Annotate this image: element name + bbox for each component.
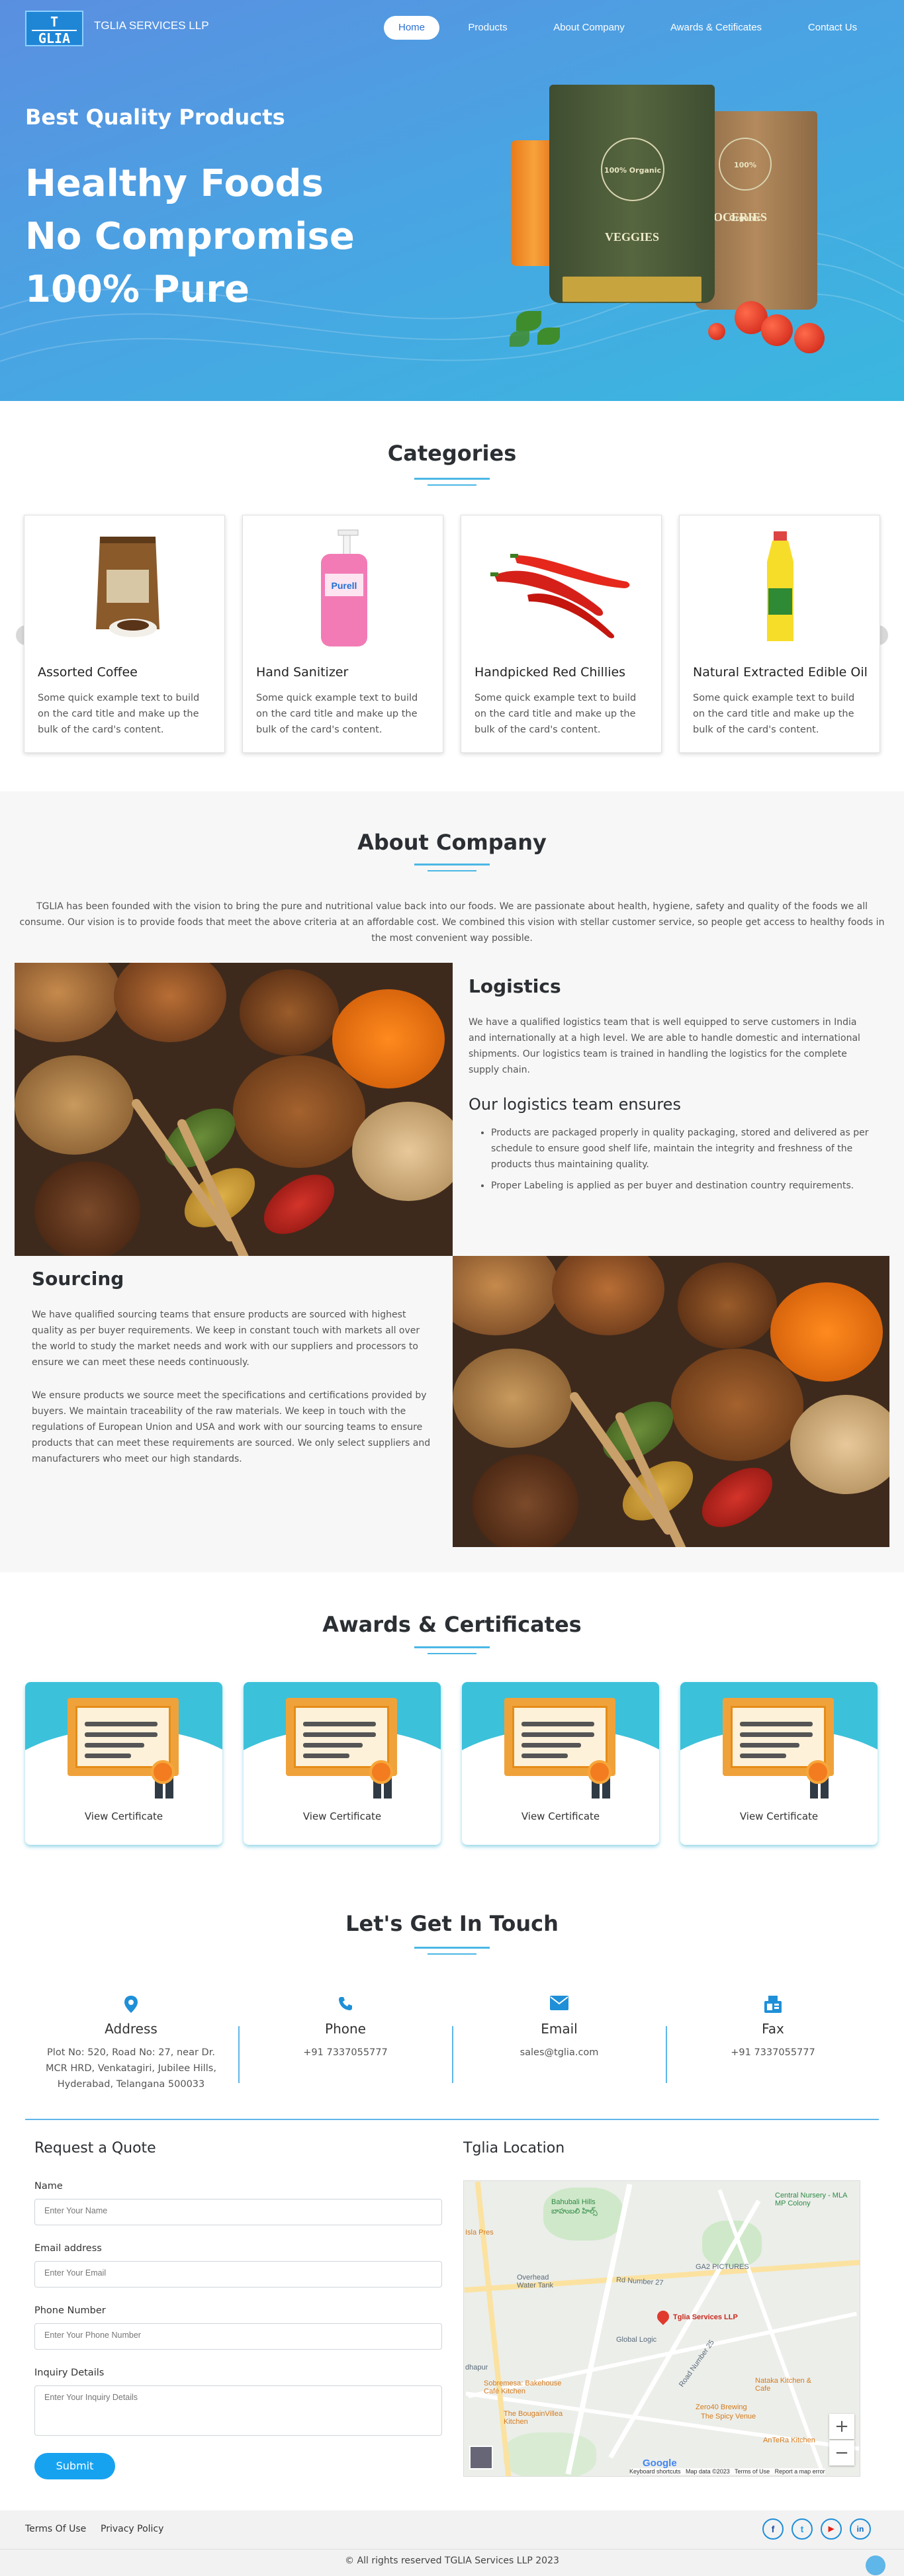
view-certificate-link[interactable]: View Certificate (244, 1810, 441, 1822)
phone-input[interactable]: Enter Your Phone Number (34, 2323, 442, 2350)
category-card-coffee[interactable]: Assorted Coffee Some quick example text … (24, 515, 225, 753)
categories-title: Categories (387, 441, 517, 466)
quote-title: Request a Quote (34, 2140, 156, 2156)
title-underline (414, 478, 490, 480)
site-logo[interactable]: T GLIA (25, 11, 83, 46)
inquiry-textarea[interactable]: Enter Your Inquiry Details (34, 2385, 442, 2436)
hero-tagline: Best Quality Products (25, 105, 285, 130)
list-item: Products are packaged properly in qualit… (491, 1125, 871, 1173)
logistics-points: Products are packaged properly in qualit… (480, 1125, 871, 1194)
svg-text:Purell: Purell (332, 580, 357, 591)
award-card[interactable]: View Certificate (680, 1682, 878, 1845)
contact-email: Email sales@tglia.com (453, 1996, 665, 2061)
award-card[interactable]: View Certificate (244, 1682, 441, 1845)
nav-about-company[interactable]: About Company (539, 16, 639, 40)
award-card[interactable]: View Certificate (25, 1682, 222, 1845)
submit-button[interactable]: Submit (34, 2453, 115, 2479)
logistics-title: Logistics (469, 975, 561, 997)
nav-products[interactable]: Products (457, 16, 519, 40)
list-item: Proper Labeling is applied as per buyer … (491, 1178, 871, 1194)
hero-line-2: No Compromise (25, 215, 355, 258)
about-intro: TGLIA has been founded with the vision t… (19, 901, 885, 944)
facebook-icon[interactable]: f (762, 2518, 784, 2540)
copyright: © All rights reserved TGLIA Services LLP… (345, 2555, 559, 2566)
contact-title: Let's Get In Touch (345, 1911, 559, 1936)
zoom-out-button[interactable]: − (829, 2440, 854, 2465)
location-pin-icon[interactable] (655, 2308, 672, 2325)
footer-privacy-link[interactable]: Privacy Policy (101, 2524, 163, 2534)
phone-icon (240, 1996, 451, 2016)
contact-address: Address Plot No: 520, Road No: 27, near … (25, 1996, 237, 2092)
email-input[interactable]: Enter Your Email (34, 2261, 442, 2287)
twitter-icon[interactable]: t (791, 2518, 813, 2540)
contact-phone: Phone +91 7337055777 (240, 1996, 451, 2061)
footer-terms-link[interactable]: Terms Of Use (25, 2524, 86, 2534)
contact-divider (25, 2119, 879, 2120)
red-chillies-image (490, 554, 630, 639)
map-attribution[interactable]: Keyboard shortcuts Map data ©2023 Terms … (629, 2468, 825, 2475)
category-card-sanitizer[interactable]: Purell Hand Sanitizer Some quick example… (242, 515, 443, 753)
view-certificate-link[interactable]: View Certificate (680, 1810, 878, 1822)
youtube-icon[interactable]: ▶ (821, 2518, 842, 2540)
dried-fruits-image-2 (453, 1256, 889, 1547)
veggies-bag-image: 100% Organic VEGGIES (549, 85, 715, 303)
basil-leaf-image (516, 311, 541, 331)
view-certificate-link[interactable]: View Certificate (25, 1810, 222, 1822)
map-layer-thumbnail[interactable] (469, 2446, 493, 2469)
awards-title: Awards & Certificates (322, 1612, 582, 1637)
sanitizer-bottle-image: Purell (321, 529, 367, 646)
dried-fruits-image-1 (15, 963, 453, 1256)
google-logo: Google (643, 2458, 677, 2469)
map-pin-icon (25, 1996, 237, 2016)
sourcing-text-2: We ensure products we source meet the sp… (32, 1390, 431, 1464)
google-map[interactable]: Bahubali Hills బాహుబలి హిల్స్ Central Nu… (463, 2180, 860, 2477)
phone-label: Phone Number (34, 2305, 106, 2316)
name-input[interactable]: Enter Your Name (34, 2199, 442, 2225)
category-card-chillies[interactable]: Handpicked Red Chillies Some quick examp… (461, 515, 662, 753)
sourcing-text-1: We have qualified sourcing teams that en… (32, 1310, 420, 1368)
email-label: Email address (34, 2243, 102, 2254)
inquiry-label: Inquiry Details (34, 2368, 105, 2378)
brand-name[interactable]: TGLIA SERVICES LLP (94, 19, 209, 32)
hero-line-3: 100% Pure (25, 268, 250, 311)
contact-fax: Fax +91 7337055777 (667, 1996, 879, 2061)
scroll-to-top-button[interactable] (866, 2555, 885, 2575)
fax-icon (667, 1996, 879, 2016)
sourcing-title: Sourcing (32, 1268, 124, 1290)
about-title: About Company (357, 830, 547, 855)
nav-awards-certificates[interactable]: Awards & Cetificates (658, 16, 774, 40)
logistics-text: We have a qualified logistics team that … (469, 1017, 860, 1075)
logistics-team-title: Our logistics team ensures (469, 1095, 681, 1114)
hero-line-1: Healthy Foods (25, 162, 324, 205)
nav-home[interactable]: Home (384, 16, 439, 40)
award-card[interactable]: View Certificate (462, 1682, 659, 1845)
category-card-oil[interactable]: Natural Extracted Edible Oil Some quick … (679, 515, 880, 753)
name-label: Name (34, 2181, 63, 2192)
view-certificate-link[interactable]: View Certificate (462, 1810, 659, 1822)
linkedin-icon[interactable]: in (850, 2518, 871, 2540)
location-title: Tglia Location (463, 2140, 565, 2156)
coffee-pack-image (96, 537, 159, 637)
zoom-in-button[interactable]: + (829, 2414, 854, 2439)
nav-contact-us[interactable]: Contact Us (794, 16, 871, 40)
envelope-icon (453, 1996, 665, 2016)
oil-bottle-image (767, 531, 793, 641)
